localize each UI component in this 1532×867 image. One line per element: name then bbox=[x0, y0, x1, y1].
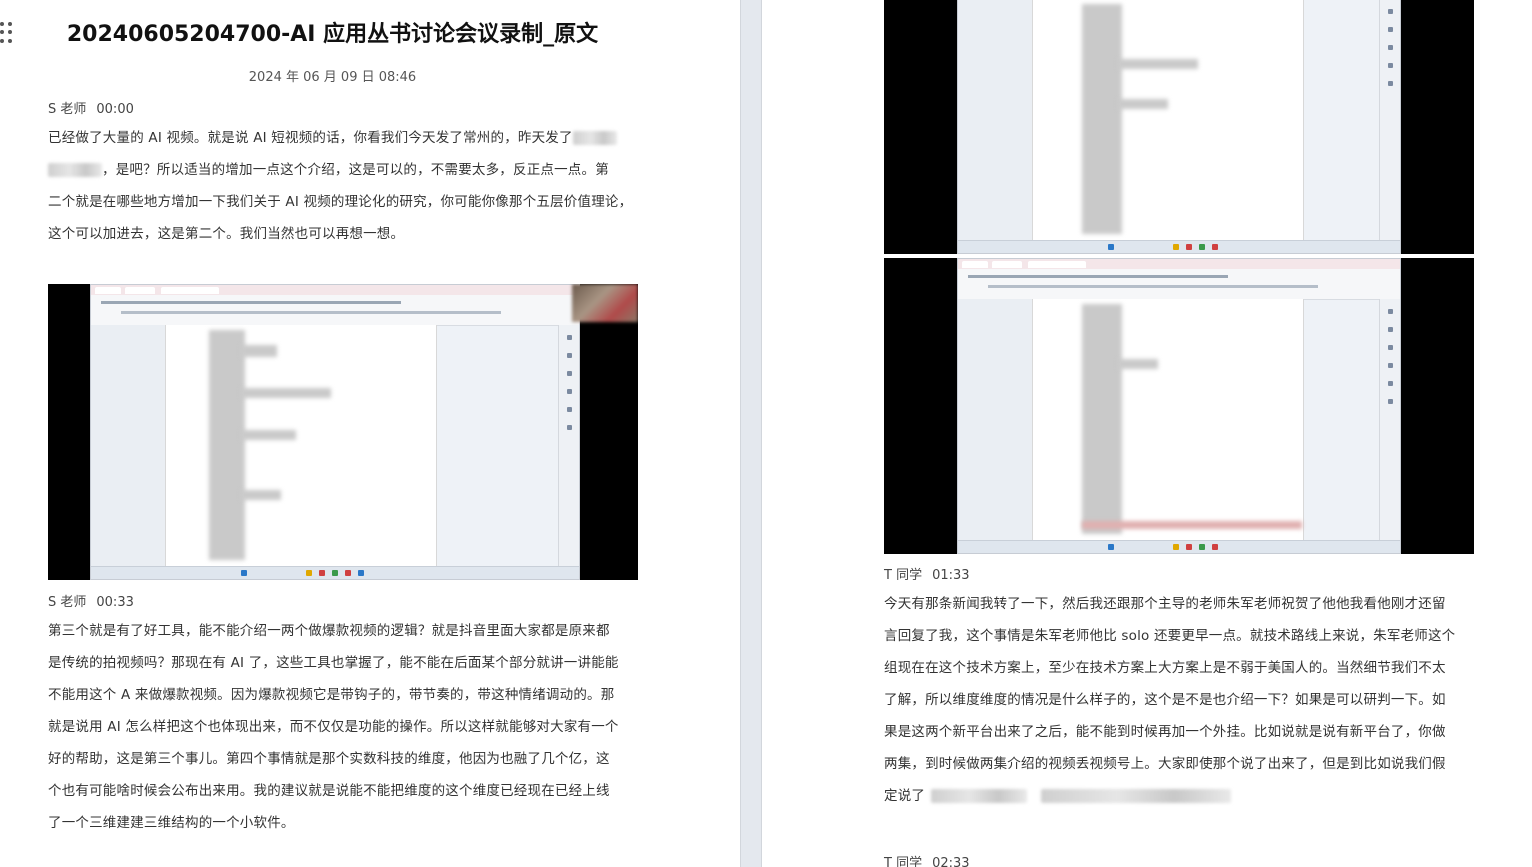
speaker-name: S 老师 bbox=[48, 102, 87, 117]
speaker-name: T 同学 bbox=[884, 856, 923, 867]
speaker-label: S 老师 00:00 bbox=[48, 98, 134, 117]
transcript-line: 已经做了大量的 AI 视频。就是说 AI 短视频的话，你看我们今天发了常州的，昨… bbox=[48, 122, 623, 154]
redacted-text bbox=[572, 131, 617, 145]
transcript-line: 定说了 bbox=[884, 780, 1459, 812]
speaker-label: S 老师 00:33 bbox=[48, 591, 134, 610]
transcript-paragraph: 第三个就是有了好工具，能不能介绍一两个做爆款视频的逻辑？就是抖音里面大家都是原来… bbox=[48, 615, 623, 839]
transcript-paragraph: 已经做了大量的 AI 视频。就是说 AI 短视频的话，你看我们今天发了常州的，昨… bbox=[48, 122, 633, 250]
speaker-timestamp: 02:33 bbox=[932, 856, 970, 867]
transcript-line: 了一个三维建建三维结构的一个小软件。 bbox=[48, 815, 295, 831]
transcript-line: 了解，所以维度维度的情况是什么样子的，这个是不是也介绍一下？如果是可以研判一下。… bbox=[884, 692, 1446, 708]
transcript-line: 二个就是在哪些地方增加一下我们关于 AI 视频的理论化的研究，你可能你像那个五层… bbox=[48, 194, 633, 210]
speaker-label: T 同学 01:33 bbox=[884, 564, 970, 583]
transcript-line: 果是这两个新平台出来了之后，能不能到时候再加一个外挂。比如说就是说有新平台了，你… bbox=[884, 724, 1446, 740]
editor-window-image bbox=[957, 0, 1401, 254]
editor-window-image bbox=[90, 284, 580, 580]
transcript-line: ，是吧？所以适当的增加一点这个介绍，这是可以的，不需要太多，反正点一点。第 bbox=[48, 154, 623, 186]
embedded-screenshot bbox=[884, 258, 1474, 554]
transcript-line: 好的帮助，这是第三个事儿。第四个事情就是那个实数科技的维度，他因为也融了几个亿，… bbox=[48, 751, 610, 767]
redacted-text bbox=[931, 789, 1028, 803]
embedded-screenshot bbox=[48, 284, 638, 580]
document-title: 20240605204700-AI 应用丛书讨论会议录制_原文 bbox=[66, 22, 599, 47]
right-page: T 同学 01:33 今天有那条新闻我转了一下，然后我还跟那个主导的老师朱军老师祝… bbox=[762, 0, 1532, 867]
transcript-line: 是传统的拍视频吗？那现在有 AI 了，这些工具也掌握了，能不能在后面某个部分就讲… bbox=[48, 655, 619, 671]
transcript-line: 两集，到时候做两集介绍的视频丢视频号上。大家即使那个说了出来了，但是到比如说我们… bbox=[884, 756, 1446, 772]
speaker-label: T 同学 02:33 bbox=[884, 852, 970, 867]
speaker-name: T 同学 bbox=[884, 568, 923, 583]
speaker-name: S 老师 bbox=[48, 595, 87, 610]
redacted-text bbox=[48, 163, 102, 177]
redacted-text bbox=[1041, 789, 1232, 803]
embedded-screenshot bbox=[884, 0, 1474, 254]
page-gutter bbox=[740, 0, 762, 867]
video-thumbnail bbox=[572, 284, 638, 322]
transcript-line: 今天有那条新闻我转了一下，然后我还跟那个主导的老师朱军老师祝贺了他他我看他刚才还… bbox=[884, 596, 1446, 612]
speaker-timestamp: 01:33 bbox=[932, 568, 970, 583]
transcript-line: 就是说用 AI 怎么样把这个也体现出来，而不仅仅是功能的操作。所以这样就能够对大… bbox=[48, 719, 619, 735]
left-page: 20240605204700-AI 应用丛书讨论会议录制_原文 2024 年 0… bbox=[0, 0, 740, 867]
speaker-timestamp: 00:33 bbox=[96, 595, 134, 610]
transcript-line: 组现在在这个技术方案上，至少在技术方案上大方案上是不弱于美国人的。当然细节我们不… bbox=[884, 660, 1446, 676]
transcript-line: 第三个就是有了好工具，能不能介绍一两个做爆款视频的逻辑？就是抖音里面大家都是原来… bbox=[48, 623, 610, 639]
transcript-line: 个也有可能啥时候会公布出来用。我的建议就是说能不能把维度的这个维度已经现在已经上… bbox=[48, 783, 610, 799]
editor-window-image bbox=[957, 258, 1401, 554]
transcript-line: 这个可以加进去，这是第二个。我们当然也可以再想一想。 bbox=[48, 226, 405, 242]
document-date: 2024 年 06 月 09 日 08:46 bbox=[248, 70, 417, 85]
transcript-line: 不能用这个 A 来做爆款视频。因为爆款视频它是带钩子的，带节奏的，带这种情绪调动… bbox=[48, 687, 615, 703]
speaker-timestamp: 00:00 bbox=[96, 102, 134, 117]
transcript-paragraph: 今天有那条新闻我转了一下，然后我还跟那个主导的老师朱军老师祝贺了他他我看他刚才还… bbox=[884, 588, 1459, 812]
transcript-line: 言回复了我，这个事情是朱军老师他比 solo 还要更早一点。就技术路线上来说，朱… bbox=[884, 628, 1456, 644]
drag-handle-icon[interactable] bbox=[0, 22, 14, 44]
